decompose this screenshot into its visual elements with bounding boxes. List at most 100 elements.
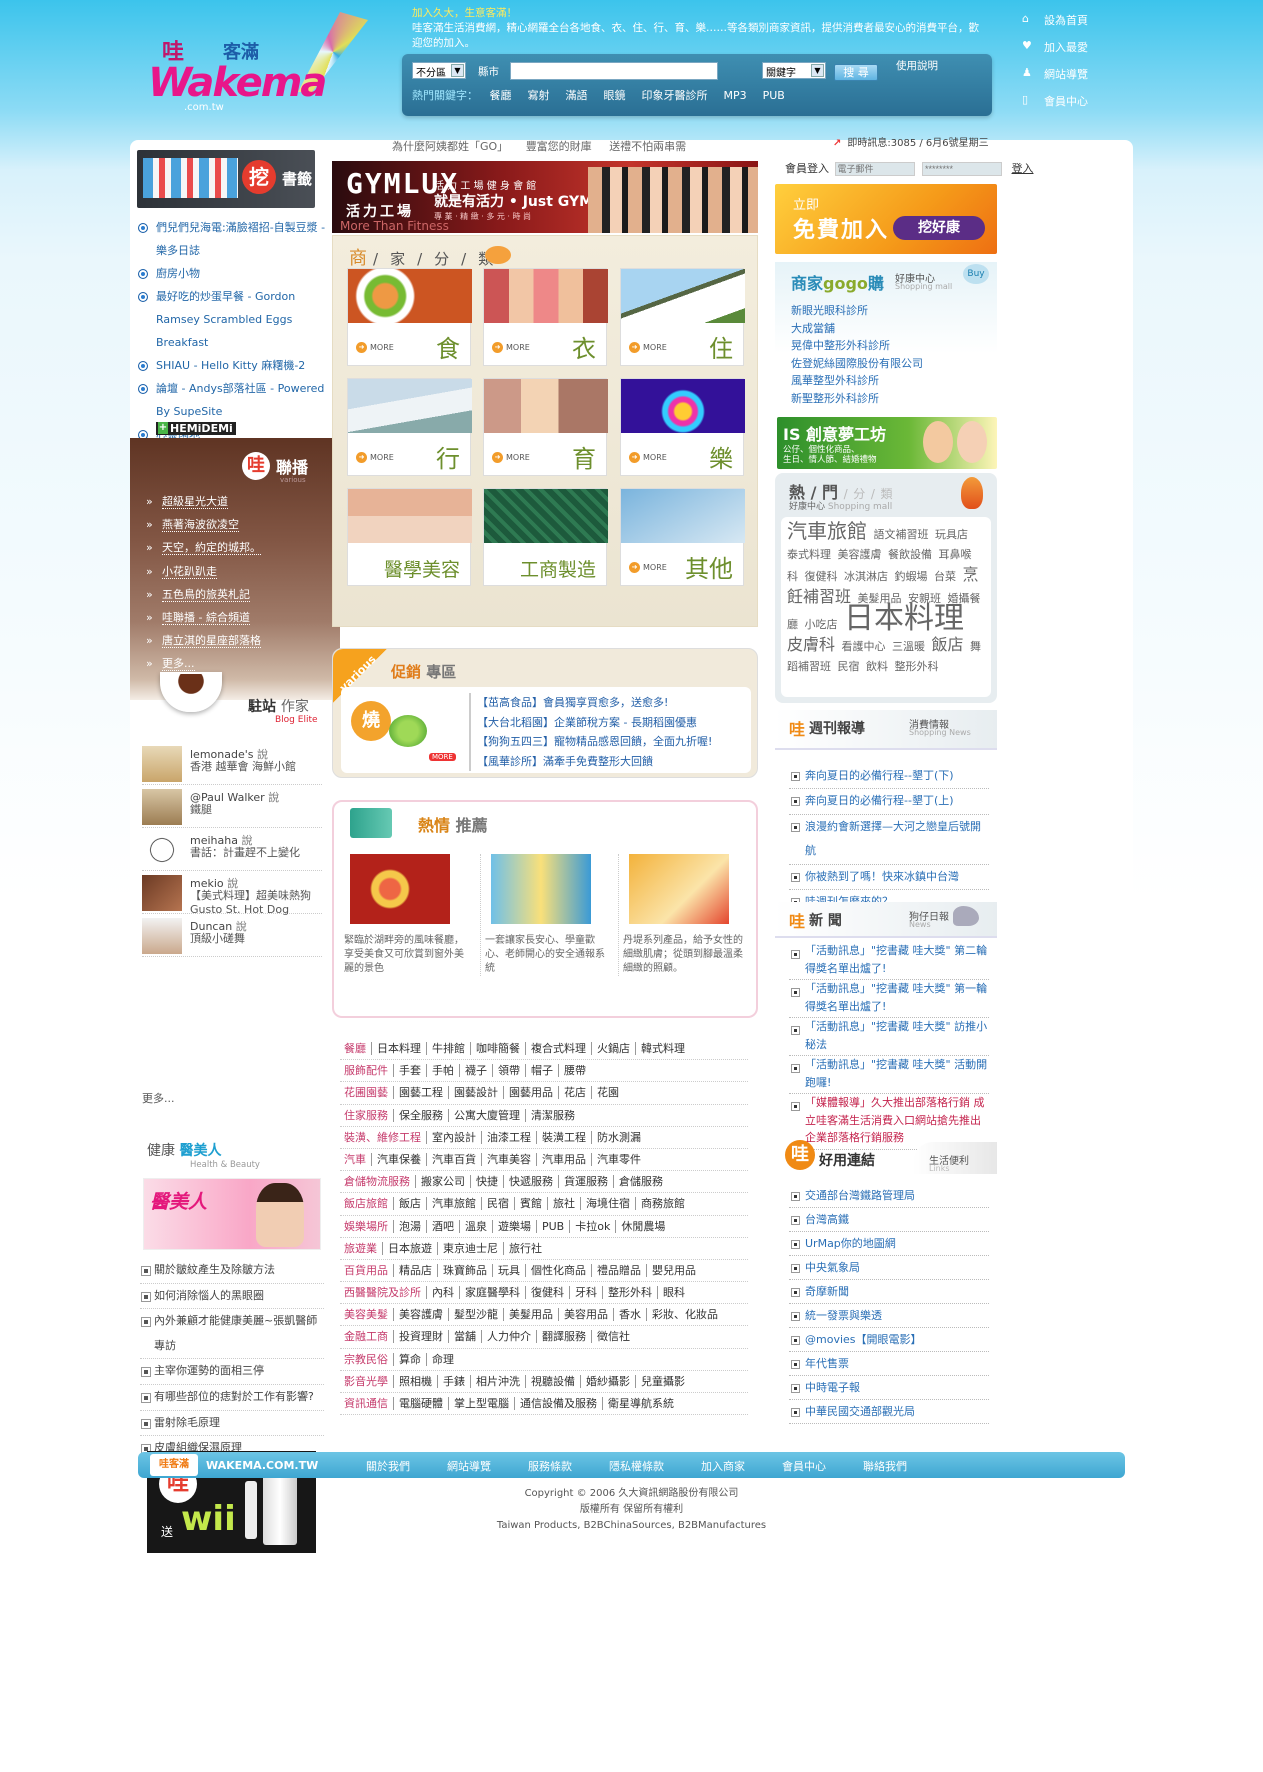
category-link[interactable]: 保全服務 xyxy=(394,1108,449,1122)
category-link[interactable]: 防水測漏 xyxy=(592,1131,646,1144)
category-link[interactable]: 相片沖洗 xyxy=(471,1374,526,1388)
category-link[interactable]: 禮品贈品 xyxy=(592,1263,647,1277)
tag-cloud-item[interactable]: 玩具店 xyxy=(935,528,968,541)
bookmark-item[interactable]: 廚房小物 xyxy=(136,262,326,285)
writers-more-link[interactable]: 更多... xyxy=(142,1090,175,1106)
category-group-link[interactable]: 西醫醫院及診所 xyxy=(340,1286,427,1300)
category-link[interactable]: 徵信社 xyxy=(592,1330,635,1343)
promo-item[interactable]: 【茁高食品】會員獨享買愈多，送愈多! xyxy=(477,693,712,713)
health-item[interactable]: 有哪些部位的痣對於工作有影響? xyxy=(140,1385,324,1411)
hot-keyword[interactable]: 餐廳 xyxy=(490,89,512,102)
union-item[interactable]: 唐立淇的星座部落格 xyxy=(146,629,261,653)
category-link[interactable]: 命理 xyxy=(427,1353,459,1366)
category-link[interactable]: 照相機 xyxy=(394,1374,438,1388)
category-link[interactable]: 內科 xyxy=(427,1286,460,1300)
useful-link[interactable]: UrMap你的地圖網 xyxy=(789,1232,989,1256)
category-link[interactable]: 旅行社 xyxy=(504,1242,547,1255)
category-link[interactable]: 清潔服務 xyxy=(526,1109,580,1122)
tag-cloud-item[interactable]: 美容護膚 xyxy=(838,548,882,561)
tag-cloud-item[interactable]: 釣蝦場 xyxy=(895,570,928,583)
category-card-food[interactable]: MORE 食 xyxy=(347,268,472,366)
category-card-beauty[interactable]: 醫學美容 xyxy=(347,488,472,586)
useful-link[interactable]: 統一發票與樂透 xyxy=(789,1304,989,1328)
category-link[interactable]: 電腦硬體 xyxy=(394,1397,449,1410)
gogo-item[interactable]: 晃偉中整形外科診所 xyxy=(791,337,923,355)
category-group-link[interactable]: 餐廳 xyxy=(340,1042,372,1055)
category-group-link[interactable]: 裝潢、維修工程 xyxy=(340,1130,427,1144)
category-link[interactable]: 髮型沙龍 xyxy=(449,1308,504,1322)
weekly-item[interactable]: 奔向夏日的必備行程--墾丁(下) xyxy=(789,764,989,790)
category-link[interactable]: 手套 xyxy=(394,1064,427,1078)
category-card-industry[interactable]: 工商製造 xyxy=(483,488,608,586)
writer-item[interactable]: meihaha 說書話：計畫趕不上變化 xyxy=(142,828,322,871)
useful-link[interactable]: 奇摩新聞 xyxy=(789,1280,989,1304)
footer-logo[interactable]: 哇客滿 WAKEMA.COM.TW xyxy=(150,1454,318,1476)
tag-cloud-item[interactable]: 日本料理 xyxy=(844,601,964,636)
category-link[interactable]: 民宿 xyxy=(482,1197,515,1211)
bookmark-item[interactable]: SHIAU - Hello Kitty 麻糬機-2 xyxy=(136,354,326,377)
tag-cloud-item[interactable]: 冰淇淋店 xyxy=(844,570,888,583)
category-link[interactable]: 掌上型電腦 xyxy=(449,1397,515,1410)
category-link[interactable]: 日本旅遊 xyxy=(383,1241,438,1255)
tag-cloud-item[interactable]: 餐飲設備 xyxy=(888,548,932,561)
category-link[interactable]: 算命 xyxy=(394,1352,427,1366)
news-item[interactable]: 「活動訊息」"挖書藏 哇大獎" 活動開跑囉! xyxy=(789,1056,989,1094)
tag-cloud-item[interactable]: 小吃店 xyxy=(805,618,838,631)
hot-keyword[interactable]: MP3 xyxy=(724,89,747,102)
category-link[interactable]: 卡拉ok xyxy=(570,1219,617,1233)
category-link[interactable]: 婚紗攝影 xyxy=(581,1374,636,1388)
category-link[interactable]: 汽車零件 xyxy=(592,1153,646,1166)
tag-cloud-item[interactable]: 皮膚科 xyxy=(787,635,835,654)
category-group-link[interactable]: 住家服務 xyxy=(340,1108,394,1122)
hot-keyword[interactable]: PUB xyxy=(763,89,785,102)
news-item[interactable]: 「活動訊息」"挖書藏 哇大獎" 訪推小秘法 xyxy=(789,1018,989,1056)
footer-link[interactable]: 關於我們 xyxy=(366,1460,410,1473)
category-group-link[interactable]: 影音光學 xyxy=(340,1374,394,1388)
category-link[interactable]: 整形外科 xyxy=(603,1286,658,1300)
category-link[interactable]: 視聽設備 xyxy=(526,1374,581,1388)
is-creative-banner[interactable]: IS 創意夢工坊 公仔、個性化商品、 生日、情人節、結婚禮物 xyxy=(777,417,997,469)
category-link[interactable]: 汽車百貨 xyxy=(427,1152,482,1166)
category-link[interactable]: 衛星導航系統 xyxy=(603,1397,679,1410)
more-link[interactable]: MORE xyxy=(629,562,667,573)
category-link[interactable]: 飯店 xyxy=(394,1197,427,1211)
union-item[interactable]: 哇聯播 - 綜合頻道 xyxy=(146,606,261,629)
category-link[interactable]: 投資理財 xyxy=(394,1330,449,1344)
useful-link[interactable]: 中華民國交通部觀光局 xyxy=(789,1400,989,1424)
category-link[interactable]: 家庭醫學科 xyxy=(460,1286,526,1300)
category-link[interactable]: 領帶 xyxy=(493,1064,526,1078)
category-group-link[interactable]: 資訊通信 xyxy=(340,1397,394,1410)
category-link[interactable]: 園藝工程 xyxy=(394,1086,449,1100)
category-group-link[interactable]: 宗教民俗 xyxy=(340,1352,394,1366)
category-link[interactable]: 快捷 xyxy=(471,1175,504,1189)
category-link[interactable]: 牙科 xyxy=(570,1286,603,1300)
category-group-link[interactable]: 旅遊業 xyxy=(340,1241,383,1255)
category-group-link[interactable]: 飯店旅館 xyxy=(340,1197,394,1211)
category-link[interactable]: 海境住宿 xyxy=(581,1197,636,1211)
writer-item[interactable]: Duncan 說頂級小磋舞 xyxy=(142,914,322,957)
category-group-link[interactable]: 服飾配件 xyxy=(340,1064,394,1078)
category-link[interactable]: 復健科 xyxy=(526,1286,570,1300)
category-link[interactable]: 旅社 xyxy=(548,1197,581,1211)
category-link[interactable]: 複合式料理 xyxy=(526,1042,592,1055)
category-link[interactable]: 溫泉 xyxy=(460,1219,493,1233)
recommend-item[interactable]: 丹堤系列產品，給予女性的細緻肌膚；從頭到腳最溫柔細緻的照顧。 xyxy=(618,854,748,976)
category-link[interactable]: 牛排館 xyxy=(427,1042,471,1055)
footer-link[interactable]: 隱私權條款 xyxy=(609,1460,664,1473)
category-link[interactable]: 東京迪士尼 xyxy=(438,1241,504,1255)
union-item[interactable]: 五色鳥的旅英札記 xyxy=(146,583,261,606)
more-link[interactable]: MORE xyxy=(356,452,394,463)
more-link[interactable]: MORE xyxy=(492,342,530,353)
category-link[interactable]: 珠寶飾品 xyxy=(438,1263,493,1277)
category-group-link[interactable]: 美容美髮 xyxy=(340,1308,394,1322)
category-link[interactable]: 汽車用品 xyxy=(537,1152,592,1166)
region-select[interactable]: 不分區 ▼ xyxy=(412,62,466,79)
union-item[interactable]: 天空，約定的城邦。 xyxy=(146,536,261,560)
category-link[interactable]: 嬰兒用品 xyxy=(647,1264,701,1277)
health-item[interactable]: 主宰你運勢的面相三停 xyxy=(140,1359,324,1385)
category-link[interactable]: 咖啡簡餐 xyxy=(471,1042,526,1055)
category-link[interactable]: 襪子 xyxy=(460,1064,493,1078)
writer-item[interactable]: mekio 說【美式料理】超美味熱狗 Gusto St. Hot Dog xyxy=(142,871,322,916)
category-link[interactable]: 園藝用品 xyxy=(504,1086,559,1100)
union-item[interactable]: 燕著海波欲凌空 xyxy=(146,513,261,537)
